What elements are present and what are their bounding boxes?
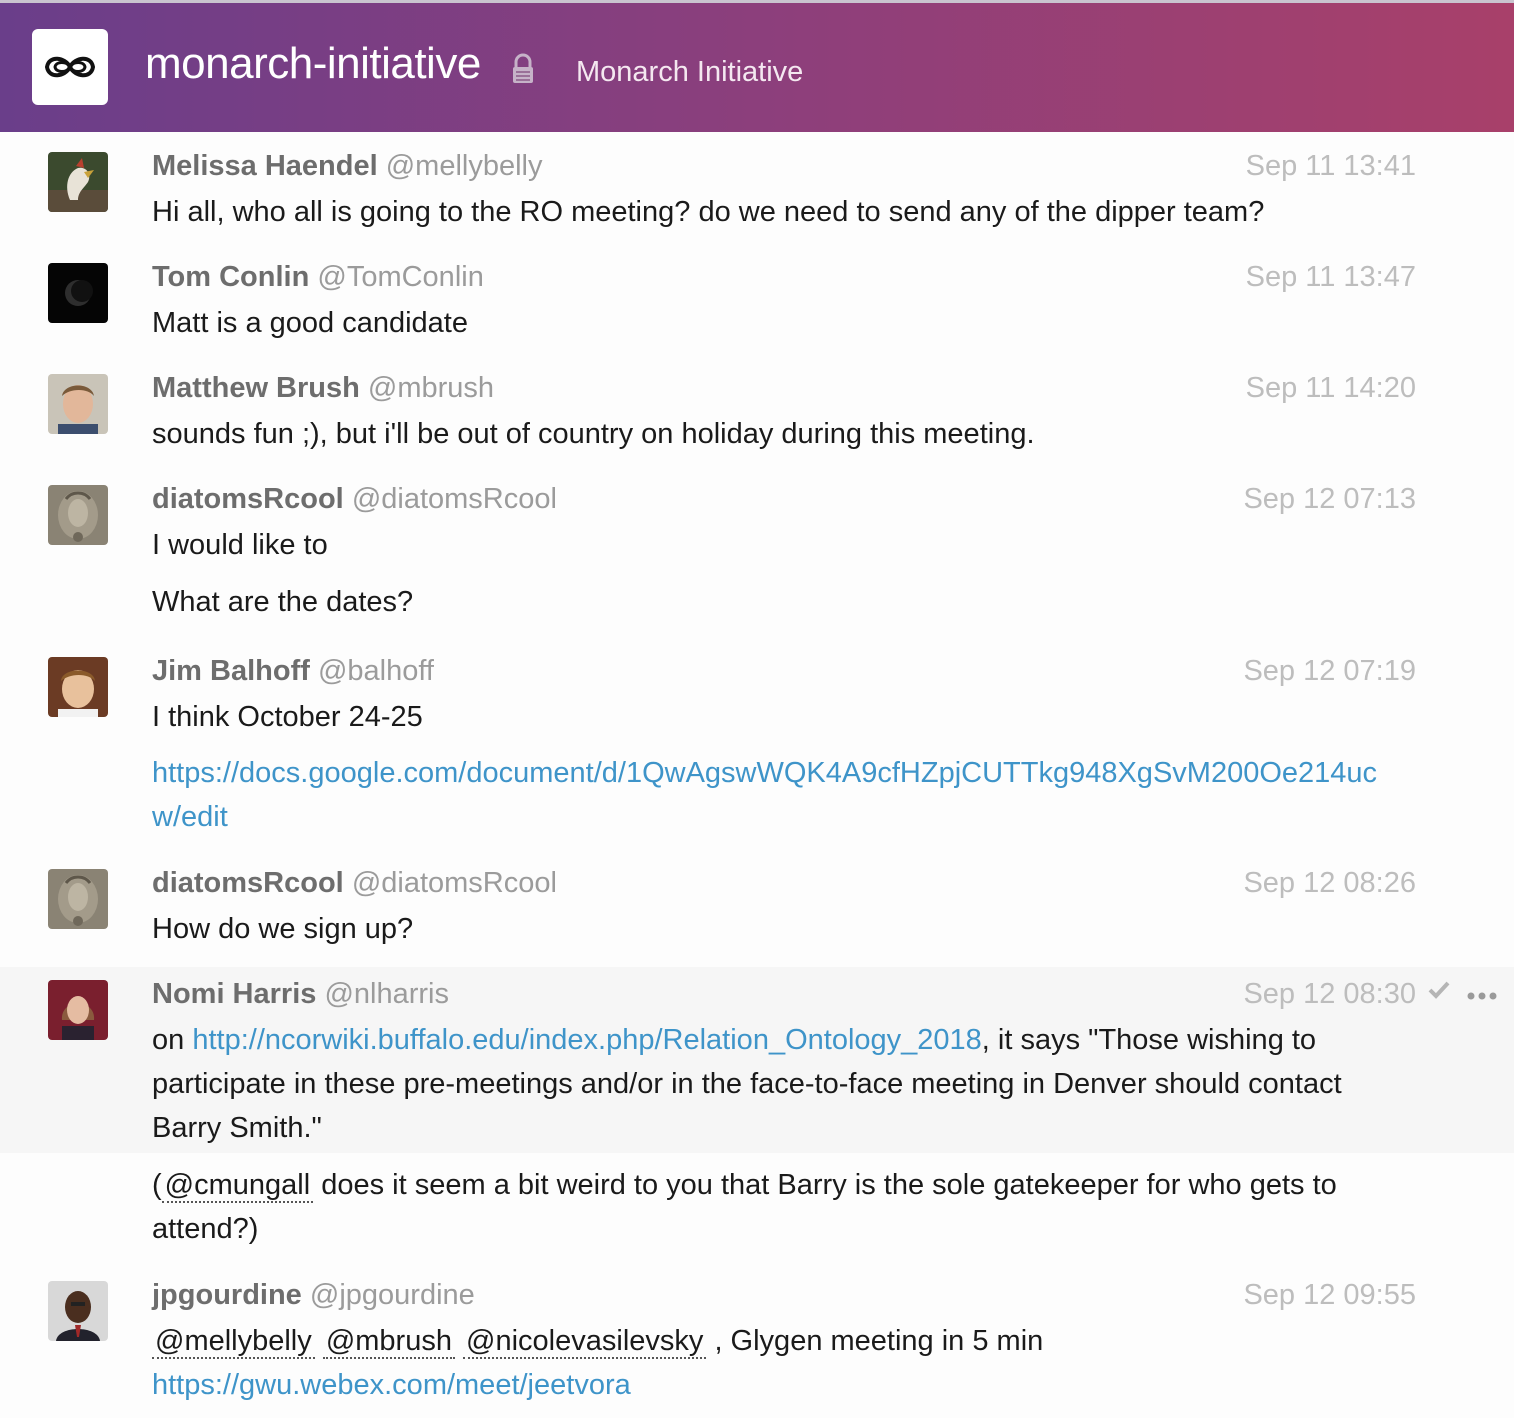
username[interactable]: @diatomsRcool [352,483,557,515]
display-name[interactable]: jpgourdine [152,1279,302,1311]
display-name[interactable]: diatomsRcool [152,867,344,899]
avatar[interactable] [48,152,108,212]
message-author: Tom Conlin @TomConlin [152,261,484,294]
display-name[interactable]: Tom Conlin [152,261,309,293]
message-author: Melissa Haendel @mellybelly [152,150,542,183]
message-text: Matt is a good candidate [152,307,468,339]
message-author: Nomi Harris @nlharris [152,978,449,1011]
message-text: I think October 24-25 [152,701,423,733]
username[interactable]: @mellybelly [386,150,543,182]
avatar[interactable] [48,485,108,545]
message-text: sounds fun ;), but i'll be out of countr… [152,418,1035,450]
message-text: https://docs.google.com/document/d/1QwAg… [152,751,1402,839]
avatar[interactable] [48,1281,108,1341]
display-name[interactable]: Matthew Brush [152,372,360,404]
chat-message: Tom Conlin @TomConlin Sep 11 13:47 Matt … [0,243,1514,354]
username[interactable]: @TomConlin [317,261,483,293]
lock-icon [510,53,536,90]
timestamp[interactable]: Sep 12 07:19 [1243,655,1416,688]
message-text: Hi all, who all is going to the RO meeti… [152,196,1265,228]
user-mention[interactable]: @nicolevasilevsky [463,1325,707,1359]
display-name[interactable]: diatomsRcool [152,483,344,515]
more-icon[interactable] [1467,987,1497,1005]
message-author: Jim Balhoff @balhoff [152,655,434,688]
timestamp[interactable]: Sep 11 14:20 [1246,372,1416,405]
display-name[interactable]: Jim Balhoff [152,655,310,687]
chat-message-continuation: (@cmungall does it seem a bit weird to y… [0,1153,1514,1273]
message-text: (@cmungall does it seem a bit weird to y… [152,1163,1402,1251]
timestamp[interactable]: Sep 12 08:26 [1243,867,1416,900]
chat-message: Jim Balhoff @balhoff Sep 12 07:19 I thin… [0,637,1514,849]
room-logo-infinity-icon[interactable] [32,29,108,105]
room-header: monarch-initiative Monarch Initiative [0,0,1514,132]
timestamp[interactable]: Sep 12 09:55 [1243,1279,1416,1312]
message-author: jpgourdine @jpgourdine [152,1279,475,1312]
user-mention[interactable]: @mellybelly [152,1325,315,1359]
chat-message: jpgourdine @jpgourdine Sep 12 09:55 @mel… [0,1273,1514,1418]
check-icon [1428,981,1450,1004]
user-mention[interactable]: @mbrush [322,1325,455,1359]
avatar[interactable] [48,374,108,434]
message-text: I would like to [152,529,328,561]
username[interactable]: @mbrush [368,372,494,404]
display-name[interactable]: Melissa Haendel [152,150,378,182]
timestamp[interactable]: Sep 12 08:30 [1243,978,1416,1011]
message-author: Matthew Brush @mbrush [152,372,494,405]
timestamp[interactable]: Sep 11 13:47 [1246,261,1416,294]
message-text: on http://ncorwiki.buffalo.edu/index.php… [152,1018,1397,1150]
chat-message: Matthew Brush @mbrush Sep 11 14:20 sound… [0,354,1514,465]
message-text-prefix: ( [152,1169,162,1201]
room-name[interactable]: monarch-initiative [145,39,481,89]
message-text-prefix: on [152,1024,193,1056]
username[interactable]: @nlharris [324,978,449,1010]
message-link[interactable]: https://gwu.webex.com/meet/jeetvora [152,1369,631,1401]
chat-message: Melissa Haendel @mellybelly Sep 11 13:41… [0,132,1514,243]
message-text-suffix: does it seem a bit weird to you that Bar… [152,1169,1337,1245]
timestamp[interactable]: Sep 11 13:41 [1246,150,1416,183]
message-author: diatomsRcool @diatomsRcool [152,483,557,516]
message-text-suffix: , Glygen meeting in 5 min [706,1325,1044,1357]
room-topic: Monarch Initiative [576,56,804,88]
message-author: diatomsRcool @diatomsRcool [152,867,557,900]
message-link[interactable]: http://ncorwiki.buffalo.edu/index.php/Re… [192,1024,981,1056]
message-link[interactable]: https://docs.google.com/document/d/1QwAg… [152,757,1377,833]
chat-message: diatomsRcool @diatomsRcool Sep 12 07:13 … [0,465,1514,637]
user-mention[interactable]: @cmungall [161,1169,314,1203]
username[interactable]: @balhoff [318,655,434,687]
display-name[interactable]: Nomi Harris [152,978,316,1010]
avatar[interactable] [48,980,108,1040]
message-text: @mellybelly @mbrush @nicolevasilevsky , … [152,1319,1412,1407]
username[interactable]: @diatomsRcool [352,867,557,899]
chat-message: Nomi Harris @nlharris Sep 12 08:30 on ht… [0,967,1514,1153]
timestamp[interactable]: Sep 12 07:13 [1243,483,1416,516]
avatar[interactable] [48,657,108,717]
avatar[interactable] [48,869,108,929]
chat-message: diatomsRcool @diatomsRcool Sep 12 08:26 … [0,849,1514,967]
message-text: What are the dates? [152,586,414,618]
username[interactable]: @jpgourdine [310,1279,475,1311]
avatar[interactable] [48,263,108,323]
message-text: How do we sign up? [152,913,414,945]
